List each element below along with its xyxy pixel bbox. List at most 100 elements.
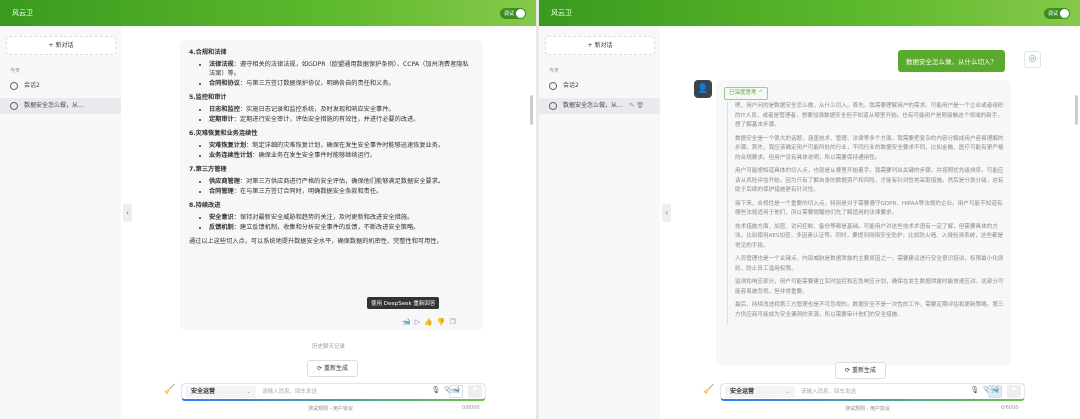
section-title: 5.监控和审计: [189, 94, 227, 101]
bullet-list: 供应商管理：对第三方供应商进行严格的安全评估，确保他们能够满足数据安全要求。合同…: [209, 177, 474, 196]
conversation-item[interactable]: 会话2: [539, 78, 660, 94]
deepseek-toggle[interactable]: 🐋: [988, 385, 1002, 398]
conversation-item-active[interactable]: 数据安全怎么做，从...: [0, 98, 121, 114]
conversation-label: 数据安全怎么做，从...: [563, 102, 623, 109]
chat-icon: [10, 102, 18, 110]
scrollbar[interactable]: [530, 95, 533, 125]
list-item: 业务连续性计划：确保业务在发生安全事件时能够继续运行。: [209, 151, 474, 160]
microphone-icon[interactable]: 🎙: [431, 386, 444, 394]
conversation-label: 数据安全怎么做，从...: [24, 102, 84, 109]
item-key: 反馈机制: [209, 224, 234, 231]
conversation-label: 会话2: [24, 82, 40, 89]
send-button[interactable]: ➤: [1007, 385, 1021, 398]
conversation-label: 会话2: [563, 82, 579, 89]
edit-icon[interactable]: ✎: [629, 102, 634, 109]
item-key: 业务连续性计划: [209, 152, 253, 159]
new-chat-button[interactable]: + 新对话: [6, 36, 116, 55]
mode-select[interactable]: 安全运营 ⌄: [186, 386, 256, 398]
thumbs-up-icon[interactable]: 👍: [424, 318, 437, 326]
item-key: 安全意识: [209, 214, 234, 221]
conversation-item[interactable]: 会话2: [0, 78, 121, 94]
clear-chat-icon[interactable]: 🧹: [164, 385, 175, 395]
think-label: 已深度思考: [729, 90, 757, 96]
collapse-sidebar-button[interactable]: ‹: [123, 204, 132, 222]
thinking-content: 嗯，用户问的是数据安全怎么做，从什么切入。首先，我需要理解用户的需求。可能用户是…: [727, 102, 1005, 324]
chat-input-bar: 安全运营⌄ 请输入消息，回车发送 🎙📎 🐋 ➤: [720, 383, 1025, 401]
list-item: 合同管理：在与第三方签订合同时，明确数据安全条款和责任。: [209, 187, 474, 196]
scrollbar[interactable]: [1075, 95, 1078, 125]
thumbs-down-icon[interactable]: 👎: [437, 318, 450, 326]
delete-icon[interactable]: 🗑: [636, 102, 644, 109]
thought-paragraph: 用户可能想知道具体的切入点，也就是从哪里开始着手。我需要列出关键的步骤，并按照优…: [735, 168, 1004, 193]
regenerate-label: 重新生成: [323, 365, 348, 372]
chevron-down-icon: ⌄: [245, 388, 251, 395]
mode-select[interactable]: 安全运营 ⌄: [725, 386, 795, 398]
list-item: 安全意识：保持对最新安全威胁和趋势的关注，及时更新和改进安全措施。: [209, 213, 474, 222]
play-icon[interactable]: ▷: [415, 318, 424, 326]
debug-label: 调试: [1048, 11, 1059, 17]
item-key: 灾难恢复计划: [209, 142, 247, 149]
section-today: 今天: [549, 68, 560, 74]
item-key: 合同管理: [209, 188, 234, 195]
bot-avatar-icon: 👤: [694, 80, 712, 98]
copy-icon[interactable]: ❐: [450, 318, 460, 326]
item-text: ：实施日志记录和监控系统，及时发现和响应安全事件。: [239, 106, 395, 113]
item-text: ：与第三方签订数据保护协议，明确各自的责任和义务。: [239, 80, 395, 87]
item-text: ：建立反馈机制，收集和分析安全事件的反馈，不断改进安全策略。: [233, 224, 420, 231]
item-key: 法律法规: [209, 61, 234, 68]
deepseek-toggle[interactable]: 🐋: [449, 385, 463, 398]
section-title: 7.第三方管理: [189, 166, 227, 173]
debug-toggle[interactable]: 调试: [1044, 8, 1070, 19]
assistant-answer: 已深度思考 ^ 嗯，用户问的是数据安全怎么做，从什么切入。首先，我需要理解用户的…: [716, 80, 1011, 365]
clear-chat-icon[interactable]: 🧹: [703, 385, 714, 395]
app-title: 风云卫: [551, 9, 572, 17]
app-title: 风云卫: [12, 9, 33, 17]
microphone-icon[interactable]: 🎙: [970, 386, 983, 394]
item-text: ：遵守相关的法律法规，如GDPR（欧盟通用数据保护条例）、CCPA（加州消费者隐…: [209, 61, 469, 77]
bullet-list: 灾难恢复计划：制定详细的灾难恢复计划，确保在发生安全事件时能够迅速恢复业务。业务…: [209, 141, 474, 160]
app-header: 风云卫 调试: [0, 0, 536, 26]
conclusion: 通过以上这些切入点，可以系统地提升数据安全水平，确保数据的机密性、完整性和可用性…: [189, 238, 443, 245]
thought-paragraph: 数据安全是一个很大的话题，涵盖技术、管理、法律等多个方面。我需要把复杂的内容分解…: [735, 135, 1004, 161]
list-item: 日志和监控：实施日志记录和监控系统，及时发现和响应安全事件。: [209, 105, 474, 114]
item-text: ：对第三方供应商进行严格的安全评估，确保他们能够满足数据安全要求。: [239, 178, 445, 185]
user-avatar-icon: ◎: [1024, 51, 1041, 68]
item-text: ：定期进行安全审计，评估安全措施的有效性，并进行必要的改进。: [233, 116, 420, 123]
message-input[interactable]: 请输入消息，回车发送: [262, 387, 317, 395]
new-chat-button[interactable]: + 新对话: [545, 36, 655, 55]
section-title: 6.灾难恢复和业务连续性: [189, 130, 258, 137]
list-item: 反馈机制：建立反馈机制，收集和分析安全事件的反馈，不断改进安全策略。: [209, 223, 474, 232]
mode-value: 安全运营: [191, 388, 216, 395]
mode-value: 安全运营: [730, 388, 755, 395]
assistant-answer: 4.合规和法律法律法规：遵守相关的法律法规，如GDPR（欧盟通用数据保护条例）、…: [180, 40, 483, 330]
regenerate-button[interactable]: ⟳ 重新生成: [835, 362, 886, 379]
footer-links[interactable]: 测试规则 - 用户协议: [308, 405, 353, 412]
bullet-list: 法律法规：遵守相关的法律法规，如GDPR（欧盟通用数据保护条例）、CCPA（加州…: [209, 60, 474, 88]
chat-icon: [10, 82, 18, 90]
debug-label: 调试: [504, 11, 515, 17]
item-text: ：在与第三方签订合同时，明确数据安全条款和责任。: [233, 188, 383, 195]
footer-links[interactable]: 测试规则 - 用户协议: [845, 405, 890, 412]
item-key: 定期审计: [209, 116, 234, 123]
right-window: 风云卫 调试 + 新对话 今天 会话2 数据安全怎么做，从... ✎ 🗑 ‹ 数据…: [539, 0, 1080, 419]
send-button[interactable]: ➤: [468, 385, 482, 398]
item-text: ：保持对最新安全威胁和趋势的关注，及时更新和改进安全措施。: [233, 214, 414, 221]
sidebar: + 新对话 今天 会话2 数据安全怎么做，从... ✎ 🗑: [539, 26, 660, 419]
regenerate-button[interactable]: ⟳ 重新生成: [307, 360, 358, 377]
regenerate-label: 重新生成: [851, 367, 876, 374]
debug-toggle[interactable]: 调试: [500, 8, 526, 19]
bullet-list: 安全意识：保持对最新安全威胁和趋势的关注，及时更新和改进安全措施。反馈机制：建立…: [209, 213, 474, 232]
item-key: 供应商管理: [209, 178, 240, 185]
conversation-actions: ✎ 🗑: [629, 98, 644, 114]
message-input[interactable]: 请输入消息，回车发送: [801, 387, 856, 395]
collapse-sidebar-button[interactable]: ‹: [662, 204, 671, 222]
conversation-item-active[interactable]: 数据安全怎么做，从... ✎ 🗑: [539, 98, 660, 114]
item-key: 合同和协议: [209, 80, 240, 87]
list-item: 供应商管理：对第三方供应商进行严格的安全评估，确保他们能够满足数据安全要求。: [209, 177, 474, 186]
list-item: 定期审计：定期进行安全审计，评估安全措施的有效性，并进行必要的改进。: [209, 115, 474, 124]
deep-thinking-toggle[interactable]: 已深度思考 ^: [724, 87, 768, 100]
chevron-down-icon: ⌄: [784, 388, 790, 395]
section-today: 今天: [10, 68, 21, 74]
deepseek-icon[interactable]: 🐋: [402, 318, 415, 326]
left-window: 风云卫 调试 + 新对话 今天 会话2 数据安全怎么做，从... ‹ 4.合规和…: [0, 0, 536, 419]
